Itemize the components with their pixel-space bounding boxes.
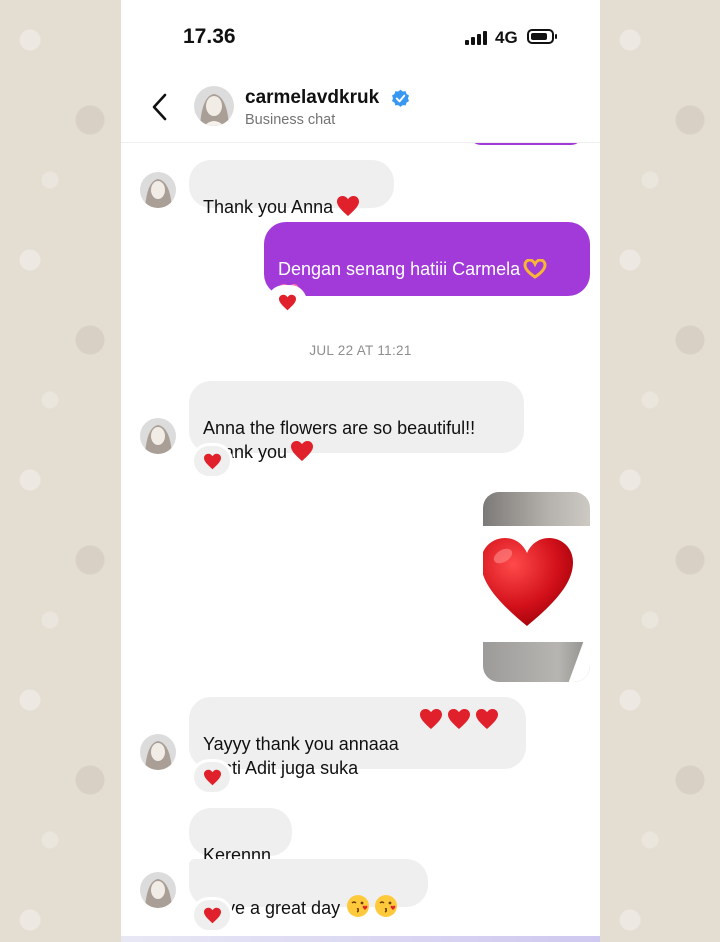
heart-reaction-icon [203,907,221,923]
contact-avatar[interactable] [194,86,234,126]
message-text: Thank you Anna [203,197,334,217]
phone-screen: 17.36 4G carmelavdkruk Business chat Tha… [121,0,600,942]
heart-emoji-icon [420,709,442,729]
sender-avatar[interactable] [140,734,176,770]
date-separator: JUL 22 AT 11:21 [309,343,412,358]
battery-icon [527,29,557,44]
outgoing-message-bubble[interactable]: Dengan senang hatiii Carmela [264,222,590,302]
heart-overlay-icon [483,538,573,626]
heart-reaction-icon [203,453,221,469]
message-text: Anna the flowers are so beautiful!! Than… [203,418,476,462]
heart-emoji-icon [476,709,498,729]
heart-reaction-icon [278,294,296,310]
message-bubble[interactable]: Anna the flowers are so beautiful!! Than… [189,381,524,462]
heart-reaction-icon [203,769,221,785]
back-arrow-icon[interactable] [149,92,171,122]
composer-edge [121,936,600,942]
message-bubble[interactable]: Thank you Anna [189,160,394,217]
status-bar: 17.36 4G [121,0,600,70]
message-text: Yayyy thank you annaaa pasti Adit juga s… [203,734,399,778]
message-reaction[interactable] [269,287,305,317]
network-type: 4G [495,28,518,47]
kissing-face-emoji-icon [375,895,398,917]
heart-hands-emoji-icon [523,259,547,279]
heart-emoji-icon [337,196,360,216]
sender-avatar[interactable] [140,872,176,908]
contact-name[interactable]: carmelavdkruk [245,87,379,109]
signal-icon [465,31,489,45]
chat-header: carmelavdkruk Business chat [121,70,600,143]
verified-badge-icon [392,89,409,107]
heart-emoji-icon [291,441,314,461]
message-text: Dengan senang hatiii Carmela [278,259,521,279]
status-time: 17.36 [183,25,236,48]
message-reaction[interactable] [194,446,230,476]
kissing-face-emoji-icon [347,895,370,917]
heart-emoji-icon [448,709,470,729]
sender-avatar[interactable] [140,418,176,454]
photo-message[interactable] [483,492,590,682]
message-bubble[interactable]: Kerennn [189,808,292,865]
message-reaction[interactable] [194,762,230,792]
message-emoji-row [419,708,509,732]
photo-top [483,492,590,526]
photo-bottom [483,642,590,682]
sender-avatar[interactable] [140,172,176,208]
message-reaction[interactable] [194,900,230,930]
message-bubble[interactable]: Have a great day [189,859,428,918]
chat-type-label: Business chat [245,112,336,128]
